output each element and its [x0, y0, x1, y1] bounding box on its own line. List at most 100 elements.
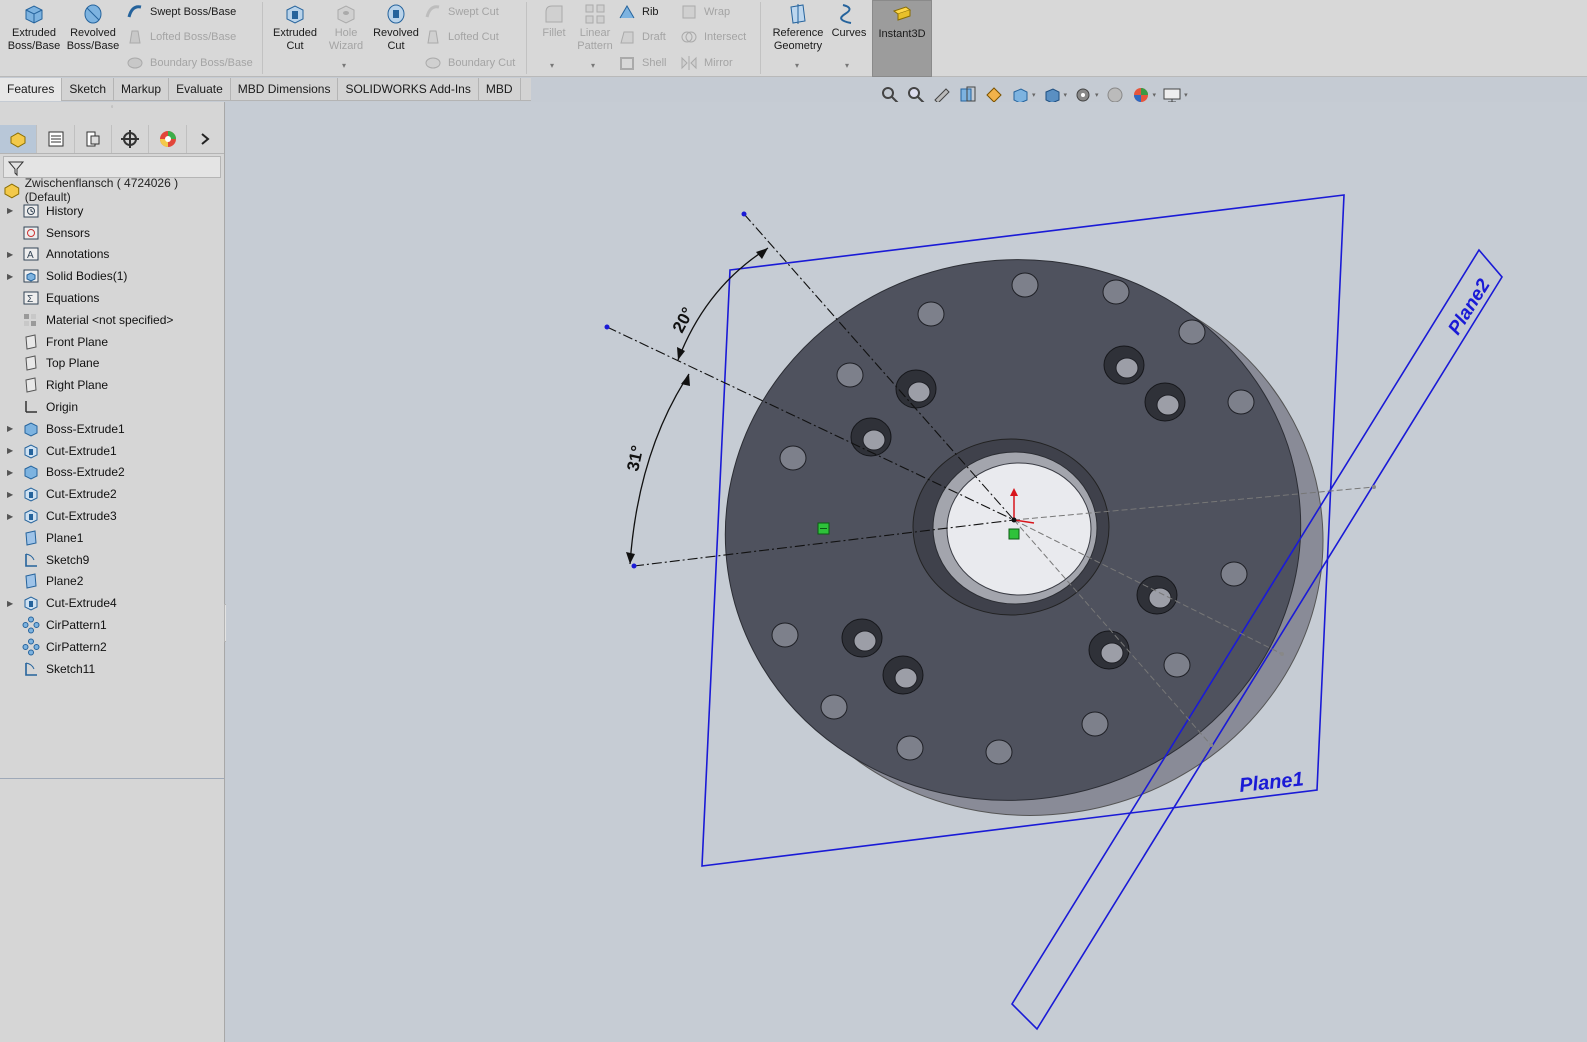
tree-item-top-plane[interactable]: Top Plane [0, 353, 224, 375]
tree-item-cut-extrude1[interactable]: ▶ Cut-Extrude1 [0, 440, 224, 462]
expand-arrow-icon[interactable]: ▶ [7, 468, 13, 477]
lofted-boss-button[interactable]: Lofted Boss/Base [126, 26, 236, 48]
revolved-boss-button[interactable]: Revolved Boss/Base [64, 2, 122, 53]
expand-arrow-icon[interactable]: ▶ [7, 599, 13, 608]
linear-pattern-dropdown-icon[interactable]: ▾ [591, 61, 595, 70]
tree-item-right-plane[interactable]: Right Plane [0, 374, 224, 396]
reference-geometry-button[interactable]: Reference Geometry [764, 2, 832, 53]
intersect-button[interactable]: Intersect [680, 26, 746, 48]
bolt-hole[interactable] [779, 445, 807, 471]
tab-evaluate[interactable]: Evaluate [169, 78, 231, 101]
revolved-cut-button[interactable]: Revolved Cut [370, 2, 422, 53]
tab-markup[interactable]: Markup [114, 78, 170, 101]
view-settings-dropdown-icon[interactable]: ▾ [1184, 91, 1188, 99]
tab-featuremanager[interactable] [0, 124, 38, 153]
angle-dimension-31[interactable]: 31° [623, 444, 647, 473]
tab-displaymanager[interactable] [149, 124, 187, 153]
bolt-hole[interactable] [771, 622, 799, 648]
expand-arrow-icon[interactable]: ▶ [7, 250, 13, 259]
view-orientation-dropdown-icon[interactable]: ▾ [1032, 91, 1036, 99]
display-style-dropdown-icon[interactable]: ▾ [1064, 91, 1068, 99]
swept-cut-button[interactable]: Swept Cut [424, 1, 499, 23]
bolt-hole[interactable] [1081, 711, 1109, 737]
tree-item-sensors[interactable]: Sensors [0, 222, 224, 244]
tree-rollback-bar[interactable] [0, 778, 224, 779]
angle-dimension-20[interactable]: 20° [669, 304, 698, 336]
tree-root-part[interactable]: Zwischenflansch ( 4724026 ) (Default) [3, 176, 224, 204]
tree-item-cut-extrude4[interactable]: ▶ Cut-Extrude4 [0, 592, 224, 614]
graphics-area[interactable]: Plane1 Plane2 20° 31° [226, 102, 1587, 1042]
bolt-hole[interactable] [820, 694, 848, 720]
origin-marker-icon[interactable] [1008, 528, 1020, 540]
tree-item-sketch9[interactable]: Sketch9 [0, 549, 224, 571]
expand-arrow-icon[interactable]: ▶ [7, 206, 13, 215]
curves-button[interactable]: Curves [828, 2, 870, 40]
hide-show-dropdown-icon[interactable]: ▾ [1095, 91, 1099, 99]
tree-item-equations[interactable]: Σ Equations [0, 287, 224, 309]
tree-item-solid-bodies-1[interactable]: ▶ Solid Bodies(1) [0, 265, 224, 287]
tree-item-cirpattern1[interactable]: CirPattern1 [0, 614, 224, 636]
draft-button[interactable]: Draft [618, 26, 666, 48]
tab-mbd[interactable]: MBD [479, 78, 521, 101]
model-view[interactable]: Plane1 Plane2 20° 31° [226, 102, 1587, 1042]
bolt-hole[interactable] [1102, 279, 1130, 305]
tree-item-annotations[interactable]: ▶ A Annotations [0, 244, 224, 266]
tree-item-history[interactable]: ▶ History [0, 200, 224, 222]
instant3d-toggle[interactable]: Instant3D [872, 0, 932, 77]
bolt-hole[interactable] [896, 735, 924, 761]
fillet-dropdown-icon[interactable]: ▾ [550, 61, 554, 70]
expand-arrow-icon[interactable]: ▶ [7, 490, 13, 499]
bolt-hole[interactable] [1163, 652, 1191, 678]
curves-dropdown-icon[interactable]: ▾ [845, 61, 849, 70]
rib-button[interactable]: Rib [618, 1, 659, 23]
sketch-point[interactable] [741, 211, 747, 217]
wrap-button[interactable]: Wrap [680, 1, 730, 23]
bolt-hole[interactable] [985, 739, 1013, 765]
tab-solidworks-add-ins[interactable]: SOLIDWORKS Add-Ins [338, 78, 479, 101]
tree-item-cut-extrude3[interactable]: ▶ Cut-Extrude3 [0, 505, 224, 527]
tab-dimxpertmanager[interactable] [112, 124, 150, 153]
fillet-button[interactable]: Fillet [532, 2, 576, 40]
tree-item-boss-extrude2[interactable]: ▶ Boss-Extrude2 [0, 462, 224, 484]
shell-button[interactable]: Shell [618, 52, 666, 74]
instant3d-button[interactable]: Instant3D [871, 3, 933, 41]
tree-item-plane2[interactable]: Plane2 [0, 571, 224, 593]
bolt-hole[interactable] [1178, 319, 1206, 345]
extruded-boss-button[interactable]: Extruded Boss/Base [4, 2, 64, 53]
mirror-button[interactable]: Mirror [680, 52, 733, 74]
tree-item-boss-extrude1[interactable]: ▶ Boss-Extrude1 [0, 418, 224, 440]
linear-pattern-button[interactable]: Linear Pattern [574, 2, 616, 53]
bolt-hole[interactable] [1011, 272, 1039, 298]
expand-arrow-icon[interactable]: ▶ [7, 512, 13, 521]
sketch-point[interactable] [604, 324, 610, 330]
tree-item-cut-extrude2[interactable]: ▶ Cut-Extrude2 [0, 483, 224, 505]
tree-item-front-plane[interactable]: Front Plane [0, 331, 224, 353]
tree-filter-box[interactable] [3, 156, 221, 178]
bolt-hole[interactable] [836, 362, 864, 388]
tree-item-sketch11[interactable]: Sketch11 [0, 658, 224, 680]
tab-mbd-dimensions[interactable]: MBD Dimensions [231, 78, 339, 101]
hole-wizard-dropdown-icon[interactable]: ▾ [342, 61, 346, 70]
reference-geometry-dropdown-icon[interactable]: ▾ [795, 61, 799, 70]
tabs-more-button[interactable] [187, 125, 224, 153]
panel-grip[interactable]: ◦ [0, 102, 224, 120]
tab-sketch[interactable]: Sketch [62, 78, 115, 101]
extruded-cut-button[interactable]: Extruded Cut [266, 2, 324, 53]
apply-scene-dropdown-icon[interactable]: ▾ [1153, 91, 1157, 99]
bolt-hole[interactable] [1220, 561, 1248, 587]
expand-arrow-icon[interactable]: ▶ [7, 446, 13, 455]
tree-item-plane1[interactable]: Plane1 [0, 527, 224, 549]
boundary-cut-button[interactable]: Boundary Cut [424, 52, 515, 74]
expand-arrow-icon[interactable]: ▶ [7, 424, 13, 433]
sketch-point[interactable] [1209, 743, 1213, 747]
tab-propertymanager[interactable] [37, 124, 75, 153]
tab-configurationmanager[interactable] [75, 124, 113, 153]
sketch-point[interactable] [631, 563, 637, 569]
tree-item-cirpattern2[interactable]: CirPattern2 [0, 636, 224, 658]
tree-item-origin[interactable]: Origin [0, 396, 224, 418]
sketch-point[interactable] [1372, 485, 1376, 489]
bolt-hole[interactable] [1227, 389, 1255, 415]
lofted-cut-button[interactable]: Lofted Cut [424, 26, 499, 48]
bolt-hole[interactable] [917, 301, 945, 327]
sketch-point[interactable] [1280, 652, 1284, 656]
